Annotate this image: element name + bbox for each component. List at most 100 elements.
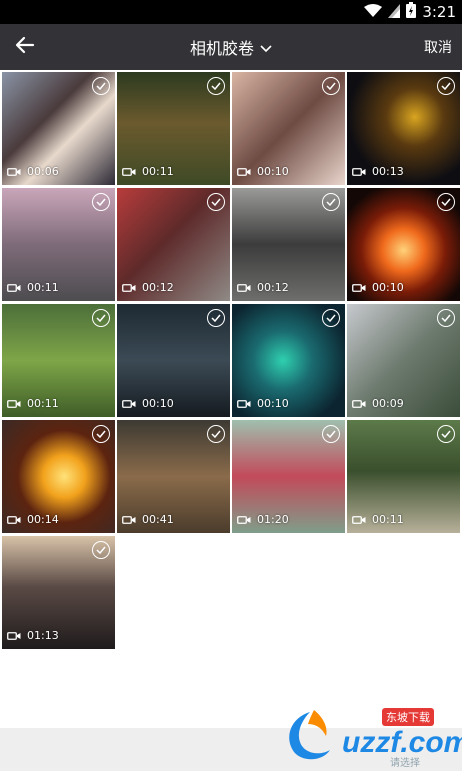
- video-duration: 00:12: [257, 281, 289, 294]
- select-check-icon[interactable]: [322, 425, 340, 443]
- video-duration: 00:11: [27, 397, 59, 410]
- select-check-icon[interactable]: [207, 309, 225, 327]
- select-check-icon[interactable]: [92, 309, 110, 327]
- video-duration: 00:10: [257, 397, 289, 410]
- video-thumbnail[interactable]: 00:11: [117, 72, 230, 185]
- video-duration: 00:11: [27, 281, 59, 294]
- video-info: 00:10: [237, 394, 289, 413]
- video-thumbnail[interactable]: 00:10: [232, 304, 345, 417]
- select-check-icon[interactable]: [437, 425, 455, 443]
- video-camera-icon: [7, 394, 21, 413]
- video-duration: 00:11: [372, 513, 404, 526]
- select-check-icon[interactable]: [207, 193, 225, 211]
- album-selector[interactable]: 相机胶卷: [150, 24, 312, 70]
- watermark-tag: 东坡下载: [382, 708, 434, 726]
- video-camera-icon: [237, 394, 251, 413]
- video-duration: 00:13: [372, 165, 404, 178]
- video-duration: 00:06: [27, 165, 59, 178]
- select-check-icon[interactable]: [437, 193, 455, 211]
- video-camera-icon: [352, 510, 366, 529]
- logo-mark: [289, 710, 330, 760]
- back-button[interactable]: [8, 30, 42, 64]
- video-camera-icon: [7, 162, 21, 181]
- video-thumbnail[interactable]: 00:41: [117, 420, 230, 533]
- cancel-button[interactable]: 取消: [424, 24, 452, 70]
- video-grid: 00:06 00:11 00:10 00:13 00:11 00:12 00:12 00:10…: [2, 72, 460, 649]
- video-camera-icon: [122, 510, 136, 529]
- signal-icon: [388, 3, 401, 22]
- video-camera-icon: [352, 162, 366, 181]
- video-camera-icon: [237, 162, 251, 181]
- video-thumbnail[interactable]: 00:11: [2, 304, 115, 417]
- video-duration: 00:10: [257, 165, 289, 178]
- video-thumbnail[interactable]: 00:12: [232, 188, 345, 301]
- video-thumbnail[interactable]: 00:10: [347, 188, 460, 301]
- select-check-icon[interactable]: [322, 309, 340, 327]
- select-check-icon[interactable]: [437, 77, 455, 95]
- select-check-icon[interactable]: [92, 541, 110, 559]
- select-check-icon[interactable]: [322, 77, 340, 95]
- select-check-icon[interactable]: [92, 425, 110, 443]
- video-thumbnail[interactable]: 00:10: [117, 304, 230, 417]
- video-info: 00:11: [7, 394, 59, 413]
- video-thumbnail[interactable]: 01:13: [2, 536, 115, 649]
- video-duration: 01:20: [257, 513, 289, 526]
- video-thumbnail[interactable]: 00:06: [2, 72, 115, 185]
- select-check-icon[interactable]: [207, 77, 225, 95]
- video-camera-icon: [7, 278, 21, 297]
- video-info: 01:20: [237, 510, 289, 529]
- video-info: 00:12: [122, 278, 174, 297]
- video-info: 00:11: [352, 510, 404, 529]
- watermark-sub: 请选择: [390, 758, 420, 769]
- video-info: 00:12: [237, 278, 289, 297]
- select-check-icon[interactable]: [92, 77, 110, 95]
- wifi-icon: [364, 3, 383, 22]
- status-icons: 3:21: [364, 2, 456, 22]
- battery-icon: [406, 2, 417, 22]
- video-thumbnail[interactable]: 00:11: [347, 420, 460, 533]
- video-duration: 00:11: [142, 165, 174, 178]
- video-duration: 00:41: [142, 513, 174, 526]
- video-thumbnail[interactable]: 00:13: [347, 72, 460, 185]
- video-thumbnail[interactable]: 00:12: [117, 188, 230, 301]
- video-camera-icon: [7, 626, 21, 645]
- video-duration: 00:12: [142, 281, 174, 294]
- video-duration: 00:10: [142, 397, 174, 410]
- select-check-icon[interactable]: [92, 193, 110, 211]
- video-info: 00:10: [237, 162, 289, 181]
- video-info: 00:09: [352, 394, 404, 413]
- status-time: 3:21: [422, 3, 456, 21]
- video-camera-icon: [122, 162, 136, 181]
- video-camera-icon: [352, 278, 366, 297]
- video-info: 00:11: [122, 162, 174, 181]
- video-camera-icon: [122, 394, 136, 413]
- page-title: 相机胶卷: [189, 39, 254, 58]
- video-info: 00:10: [122, 394, 174, 413]
- video-info: 00:13: [352, 162, 404, 181]
- status-bar: 3:21: [0, 0, 462, 24]
- video-thumbnail[interactable]: 00:14: [2, 420, 115, 533]
- video-thumbnail[interactable]: 00:11: [2, 188, 115, 301]
- video-duration: 00:14: [27, 513, 59, 526]
- video-duration: 01:13: [27, 629, 59, 642]
- select-check-icon[interactable]: [322, 193, 340, 211]
- video-camera-icon: [237, 278, 251, 297]
- back-arrow-icon: [15, 35, 35, 59]
- video-duration: 00:10: [372, 281, 404, 294]
- chevron-down-icon: [260, 38, 272, 57]
- video-camera-icon: [352, 394, 366, 413]
- video-info: 00:10: [352, 278, 404, 297]
- video-info: 00:06: [7, 162, 59, 181]
- video-thumbnail[interactable]: 01:20: [232, 420, 345, 533]
- video-thumbnail[interactable]: 00:10: [232, 72, 345, 185]
- video-info: 00:41: [122, 510, 174, 529]
- video-camera-icon: [122, 278, 136, 297]
- app-bar: 相机胶卷 取消: [0, 24, 462, 70]
- select-check-icon[interactable]: [207, 425, 225, 443]
- video-thumbnail[interactable]: 00:09: [347, 304, 460, 417]
- watermark-logo: 东坡下载 uzzf.com 请选择: [272, 704, 462, 769]
- select-check-icon[interactable]: [437, 309, 455, 327]
- video-info: 01:13: [7, 626, 59, 645]
- video-camera-icon: [237, 510, 251, 529]
- video-info: 00:11: [7, 278, 59, 297]
